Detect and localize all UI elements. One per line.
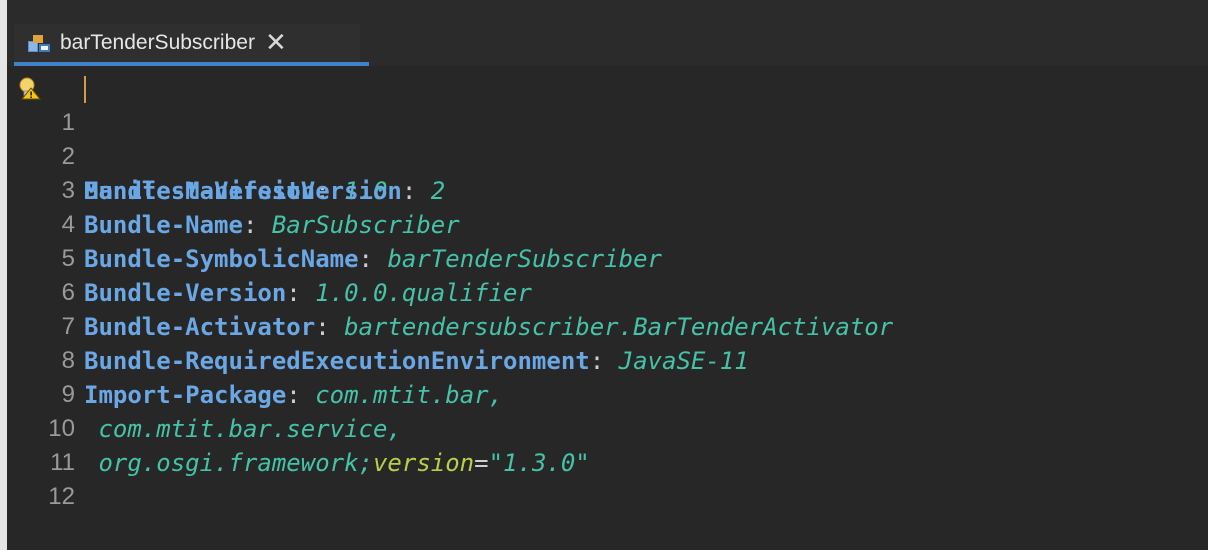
code-line: 4 Bundle-SymbolicName: barTenderSubscrib… (7, 174, 1208, 273)
manifest-editor[interactable]: 1 Manifest-Version: 1.0 2 Bundle-Manifes… (7, 66, 1208, 550)
plugin-manifest-icon (26, 32, 52, 54)
line-number: 12 (48, 483, 75, 510)
tab-strip: barTenderSubscriber ✕ (7, 0, 1208, 66)
code-line: 9 com.mtit.bar.service, (7, 344, 1208, 443)
code-line: 1 Manifest-Version: 1.0 (7, 72, 1208, 205)
editor-window: barTenderSubscriber ✕ 1 Manifest-Version… (0, 0, 1208, 550)
code-line: 11 (7, 412, 1208, 476)
window-edge (0, 0, 7, 550)
tab-title: barTenderSubscriber (60, 31, 255, 54)
text-cursor (84, 76, 86, 103)
close-icon[interactable]: ✕ (265, 30, 287, 56)
code-line: 5 Bundle-Version: 1.0.0.qualifier (7, 208, 1208, 307)
code-line: 8 Import-Package: com.mtit.bar, (7, 310, 1208, 409)
code-line: 7 Bundle-RequiredExecutionEnvironment: J… (7, 276, 1208, 375)
code-line: 10 org.osgi.framework;version="1.3.0" (7, 378, 1208, 477)
code-line: 12 (7, 446, 1208, 510)
code-line: 6 Bundle-Activator: bartendersubscriber.… (7, 242, 1208, 341)
code-line: 2 Bundle-ManifestVersion: 2 (7, 106, 1208, 205)
tab-bartendersubscriber[interactable]: barTenderSubscriber ✕ (14, 24, 360, 62)
code-line: 3 Bundle-Name: BarSubscriber (7, 140, 1208, 239)
